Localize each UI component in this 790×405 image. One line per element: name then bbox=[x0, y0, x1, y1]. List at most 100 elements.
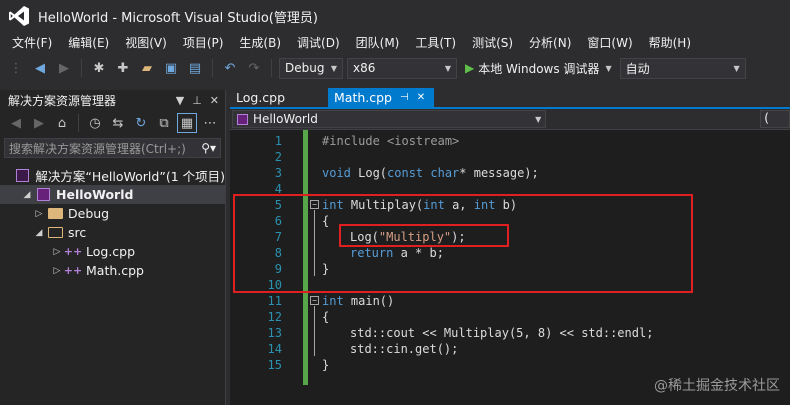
pending-changes-filter-icon[interactable]: ◷ bbox=[85, 113, 105, 133]
save-all-icon[interactable]: ▤ bbox=[185, 58, 205, 78]
line-number: 12 bbox=[267, 310, 282, 324]
chevron-down-icon: ▼ bbox=[535, 114, 542, 124]
configuration-select[interactable]: Debug ▼ bbox=[279, 57, 343, 79]
new-project-icon[interactable]: ✱ bbox=[89, 58, 109, 78]
add-item-icon[interactable]: ✚ bbox=[113, 58, 133, 78]
tree-item-label: 解决方案“HelloWorld”(1 个项目) bbox=[35, 169, 225, 184]
menu-project[interactable]: 项目(P) bbox=[175, 34, 232, 51]
tree-item-src-folder[interactable]: ◢ src bbox=[0, 223, 225, 242]
tree-item-math-cpp[interactable]: ▷ ++ Math.cpp bbox=[0, 261, 225, 280]
show-all-files-icon[interactable]: ▦ bbox=[177, 113, 197, 133]
menu-help[interactable]: 帮助(H) bbox=[641, 34, 699, 51]
toolbar-divider bbox=[271, 59, 272, 77]
menu-analyze[interactable]: 分析(N) bbox=[521, 34, 579, 51]
tab-label: Log.cpp bbox=[236, 90, 286, 105]
search-icon[interactable]: ⚲▾ bbox=[201, 141, 216, 155]
cpp-file-icon: ++ bbox=[63, 245, 83, 258]
navigate-back-icon[interactable]: ◀ bbox=[30, 58, 50, 78]
forward-icon[interactable]: ▶ bbox=[29, 113, 49, 133]
tree-item-log-cpp[interactable]: ▷ ++ Log.cpp bbox=[0, 242, 225, 261]
play-icon: ▶ bbox=[465, 61, 475, 75]
line-number: 2 bbox=[274, 150, 282, 164]
debug-mode-select[interactable]: 自动 ▼ bbox=[619, 57, 746, 79]
platform-value: x86 bbox=[353, 61, 376, 75]
back-icon[interactable]: ◀ bbox=[6, 113, 26, 133]
platform-select[interactable]: x86 ▼ bbox=[347, 57, 457, 79]
tree-item-debug-folder[interactable]: ▷ Debug bbox=[0, 204, 225, 223]
navigation-bar: HelloWorld ▼ ( bbox=[230, 109, 790, 130]
menu-debug[interactable]: 调试(D) bbox=[289, 34, 348, 51]
code-text: } bbox=[322, 358, 330, 372]
menu-build[interactable]: 生成(B) bbox=[231, 34, 289, 51]
toolbar-grip-icon: ⋮ bbox=[9, 60, 23, 76]
toolbar-divider bbox=[212, 59, 213, 77]
search-placeholder: 搜索解决方案资源管理器(Ctrl+;) bbox=[9, 141, 186, 156]
menu-window[interactable]: 窗口(W) bbox=[579, 34, 640, 51]
refresh-icon[interactable]: ↻ bbox=[131, 113, 151, 133]
code-text: std::cout << Multiplay(5, 8) << std::end… bbox=[350, 326, 654, 340]
expand-arrow-icon[interactable]: ▷ bbox=[32, 209, 46, 219]
close-icon[interactable]: ✕ bbox=[210, 94, 219, 107]
sync-active-document-icon[interactable]: ⇆ bbox=[108, 113, 128, 133]
configuration-value: Debug bbox=[285, 61, 325, 75]
menu-test[interactable]: 测试(S) bbox=[464, 34, 521, 51]
code-line: 14 std::cin.get(); bbox=[230, 341, 790, 357]
tab-math-cpp[interactable]: Math.cpp ⊣ ✕ bbox=[328, 88, 434, 107]
menu-file[interactable]: 文件(F) bbox=[4, 34, 60, 51]
expand-arrow-icon[interactable]: ▷ bbox=[50, 247, 64, 257]
visual-studio-logo-icon bbox=[9, 6, 29, 26]
pin-icon[interactable]: ⊣ bbox=[400, 92, 409, 103]
navigate-forward-icon[interactable]: ▶ bbox=[54, 58, 74, 78]
collapse-arrow-icon[interactable]: ◢ bbox=[20, 190, 34, 200]
cpp-file-icon: ++ bbox=[63, 264, 83, 277]
close-icon[interactable]: ✕ bbox=[417, 92, 425, 103]
tree-item-solution[interactable]: 解决方案“HelloWorld”(1 个项目) bbox=[0, 166, 225, 185]
menu-edit[interactable]: 编辑(E) bbox=[60, 34, 117, 51]
code-text: { bbox=[322, 310, 330, 324]
tree-item-label: Debug bbox=[68, 206, 110, 221]
scope-select[interactable]: ( bbox=[760, 110, 790, 128]
collapse-region-icon[interactable]: − bbox=[310, 296, 319, 305]
solution-explorer-header: 解决方案资源管理器 ▼ ⊥ ✕ bbox=[0, 90, 225, 110]
line-number: 13 bbox=[267, 326, 282, 340]
tree-item-project[interactable]: ◢ HelloWorld bbox=[0, 185, 225, 204]
code-line: 3 void Log(const char* message); bbox=[230, 165, 790, 181]
folder-open-icon bbox=[46, 226, 64, 240]
menu-team[interactable]: 团队(M) bbox=[348, 34, 408, 51]
debug-mode-value: 自动 bbox=[625, 61, 650, 76]
document-tabs: Log.cpp Math.cpp ⊣ ✕ bbox=[230, 88, 790, 109]
menu-view[interactable]: 视图(V) bbox=[117, 34, 175, 51]
tab-log-cpp[interactable]: Log.cpp bbox=[230, 88, 328, 107]
chevron-down-icon: ▼ bbox=[330, 63, 337, 73]
collapse-all-icon[interactable]: ⧉ bbox=[154, 113, 174, 133]
chevron-down-icon: ▼ bbox=[605, 63, 612, 73]
code-text: std::cin.get(); bbox=[350, 342, 459, 356]
collapse-arrow-icon[interactable]: ◢ bbox=[32, 228, 46, 238]
main-toolbar: ⋮ ◀ ▶ ✱ ✚ ▰ ▣ ▤ ↶ ↷ Debug ▼ x86 ▼ ▶ 本地 W… bbox=[0, 54, 790, 82]
properties-icon[interactable]: ⋯ bbox=[200, 113, 220, 133]
line-number: 15 bbox=[267, 358, 282, 372]
expand-arrow-icon[interactable]: ▷ bbox=[50, 266, 64, 276]
pin-icon[interactable]: ⊥ bbox=[192, 94, 202, 107]
line-number: 14 bbox=[267, 342, 282, 356]
solution-explorer-toolbar: ◀ ▶ ⌂ ◷ ⇆ ↻ ⧉ ▦ ⋯ bbox=[0, 110, 225, 136]
code-line: 13 std::cout << Multiplay(5, 8) << std::… bbox=[230, 325, 790, 341]
undo-icon[interactable]: ↶ bbox=[220, 58, 240, 78]
project-scope-value: HelloWorld bbox=[253, 112, 318, 126]
open-folder-icon[interactable]: ▰ bbox=[137, 58, 157, 78]
folder-icon bbox=[46, 207, 64, 221]
title-bar: HelloWorld - Microsoft Visual Studio(管理员… bbox=[0, 0, 790, 32]
solution-explorer-title: 解决方案资源管理器 bbox=[8, 93, 117, 108]
panel-menu-icon[interactable]: ▼ bbox=[176, 94, 184, 107]
redo-icon[interactable]: ↷ bbox=[244, 58, 264, 78]
menu-tools[interactable]: 工具(T) bbox=[407, 34, 464, 51]
solution-search-input[interactable]: 搜索解决方案资源管理器(Ctrl+;) ⚲▾ bbox=[4, 138, 221, 158]
chevron-down-icon: ▼ bbox=[733, 63, 740, 73]
save-icon[interactable]: ▣ bbox=[161, 58, 181, 78]
project-scope-select[interactable]: HelloWorld ▼ bbox=[232, 110, 547, 128]
home-icon[interactable]: ⌂ bbox=[52, 113, 72, 133]
line-number: 1 bbox=[274, 134, 282, 148]
solution-tree: 解决方案“HelloWorld”(1 个项目) ◢ HelloWorld ▷ D… bbox=[0, 166, 225, 280]
line-number: 11 bbox=[267, 294, 282, 308]
start-debugging-button[interactable]: ▶ 本地 Windows 调试器 ▼ bbox=[461, 60, 616, 77]
